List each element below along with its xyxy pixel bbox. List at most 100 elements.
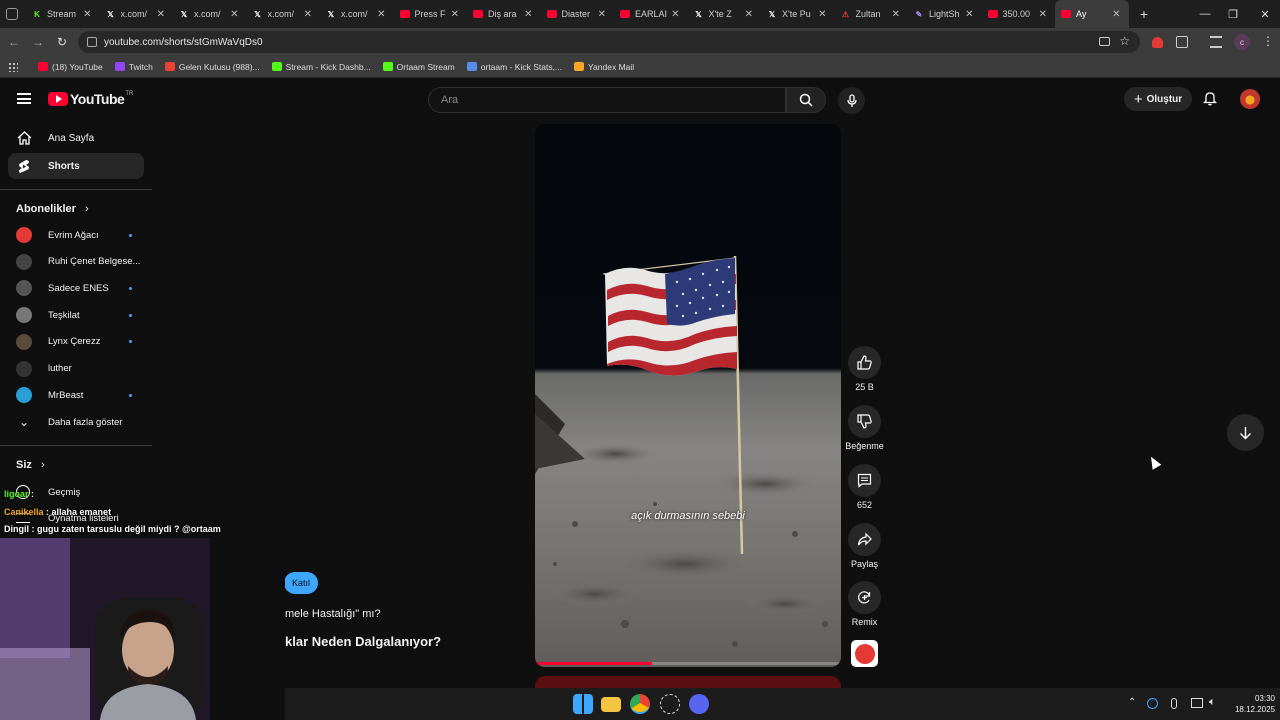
show-more-button[interactable]: ⌄ Daha fazla göster bbox=[8, 410, 144, 434]
discord-icon[interactable] bbox=[689, 694, 709, 714]
browser-tab[interactable]: K Stream ✕ bbox=[26, 0, 100, 28]
bookmark-item[interactable]: Yandex Mail bbox=[574, 62, 634, 72]
bookmark-star-icon[interactable]: ☆ bbox=[1119, 34, 1130, 48]
maximize-button[interactable]: ❐ bbox=[1218, 0, 1248, 28]
search-button[interactable] bbox=[786, 87, 826, 113]
browser-tab[interactable]: ✎ LightSh ✕ bbox=[908, 0, 982, 28]
browser-tab[interactable]: 𝕏x.com/ ✕ bbox=[100, 0, 174, 28]
dislike-button[interactable] bbox=[848, 405, 881, 438]
tab-close-icon[interactable]: ✕ bbox=[451, 9, 459, 20]
hamburger-menu-icon[interactable] bbox=[17, 93, 31, 104]
bookmark-item[interactable]: Ortaam Stream bbox=[382, 62, 455, 72]
tab-title: 350.00 bbox=[1002, 9, 1031, 19]
notifications-bell-icon[interactable] bbox=[1202, 91, 1218, 106]
tray-display-icon[interactable] bbox=[1191, 698, 1203, 708]
minimize-button[interactable]: — bbox=[1190, 0, 1220, 28]
browser-tab[interactable]: Diaster ✕ bbox=[541, 0, 615, 28]
tab-close-icon[interactable]: ✕ bbox=[1112, 9, 1120, 20]
share-button[interactable] bbox=[848, 523, 881, 556]
channel-avatar[interactable] bbox=[851, 640, 878, 667]
subscription-item[interactable]: Ruhi Çenet Belgese... bbox=[8, 250, 144, 274]
tab-close-icon[interactable]: ✕ bbox=[83, 9, 91, 20]
voice-search-button[interactable] bbox=[838, 87, 865, 114]
tray-chevron-up-icon[interactable]: ⌃ bbox=[1128, 697, 1136, 708]
tray-sync-icon[interactable] bbox=[1147, 698, 1158, 709]
browser-tab[interactable]: 𝕏 X'te Z ✕ bbox=[688, 0, 762, 28]
search-input[interactable]: Ara bbox=[428, 87, 786, 113]
you-header[interactable]: Siz › bbox=[16, 459, 45, 471]
tab-close-icon[interactable]: ✕ bbox=[157, 9, 165, 20]
browser-tab[interactable]: 𝕏x.com/ ✕ bbox=[173, 0, 247, 28]
file-explorer-icon[interactable] bbox=[601, 697, 621, 712]
extension-icon-red[interactable] bbox=[1152, 37, 1163, 48]
bookmark-item[interactable]: (18) YouTube bbox=[38, 62, 103, 72]
subscription-item[interactable]: luther bbox=[8, 357, 144, 381]
bookmark-item[interactable]: ortaam - Kick Stats,... bbox=[466, 62, 562, 72]
subscription-item[interactable]: Evrim Ağacı bbox=[8, 223, 144, 247]
browser-tab[interactable]: Ay ✕ bbox=[1055, 0, 1129, 28]
reload-button[interactable]: ↻ bbox=[52, 32, 72, 52]
tab-close-icon[interactable]: ✕ bbox=[230, 9, 238, 20]
apps-grid-icon[interactable] bbox=[8, 62, 18, 72]
create-button[interactable]: + Oluştur bbox=[1124, 87, 1192, 111]
site-info-icon[interactable] bbox=[87, 37, 97, 47]
browser-tab[interactable]: Press F ✕ bbox=[394, 0, 468, 28]
bookmark-item[interactable]: Stream - Kick Dashb... bbox=[271, 62, 371, 72]
browser-tab[interactable]: ⚠ Zultan ✕ bbox=[835, 0, 909, 28]
sidebar-item-home[interactable]: Ana Sayfa bbox=[8, 125, 144, 151]
tab-close-icon[interactable]: ✕ bbox=[304, 9, 312, 20]
subscription-item[interactable]: MrBeast bbox=[8, 383, 144, 407]
tab-close-icon[interactable]: ✕ bbox=[671, 9, 679, 20]
browser-tab[interactable]: 𝕏x.com/ ✕ bbox=[247, 0, 321, 28]
tab-close-icon[interactable]: ✕ bbox=[818, 9, 826, 20]
shorts-video-player[interactable]: açık durmasının sebebi bbox=[535, 124, 841, 667]
recommended-title-1[interactable]: mele Hastalığı" mı? bbox=[285, 608, 381, 620]
bookmark-item[interactable]: Twitch bbox=[114, 62, 153, 72]
tab-close-icon[interactable]: ✕ bbox=[377, 9, 385, 20]
subscription-item[interactable]: Sadece ENES bbox=[8, 276, 144, 300]
next-short-preview[interactable] bbox=[535, 676, 841, 688]
tab-close-icon[interactable]: ✕ bbox=[965, 9, 973, 20]
taskbar-clock[interactable]: 03:30 18.12.2025 bbox=[1225, 693, 1275, 715]
tab-close-icon[interactable]: ✕ bbox=[1039, 9, 1047, 20]
remix-button[interactable] bbox=[848, 581, 881, 614]
youtube-logo[interactable]: YouTube TR bbox=[48, 91, 133, 107]
back-button[interactable]: ← bbox=[4, 32, 24, 52]
tab-search-icon[interactable] bbox=[6, 8, 18, 20]
extensions-puzzle-icon[interactable] bbox=[1176, 36, 1188, 48]
browser-tab[interactable]: 𝕏x.com/ ✕ bbox=[320, 0, 394, 28]
subscriptions-header[interactable]: Abonelikler › bbox=[16, 203, 89, 215]
bookmark-item[interactable]: Gelen Kutusu (988)... bbox=[164, 62, 260, 72]
browser-tab[interactable]: 𝕏 X'te Pu ✕ bbox=[761, 0, 835, 28]
video-progress-bar[interactable] bbox=[537, 662, 839, 665]
tray-volume-icon[interactable]: 🔈︎ bbox=[1209, 696, 1216, 709]
app-icon[interactable] bbox=[660, 694, 680, 714]
tab-close-icon[interactable]: ✕ bbox=[598, 9, 606, 20]
like-button[interactable] bbox=[848, 346, 881, 379]
browser-tab[interactable]: Diş ara ✕ bbox=[467, 0, 541, 28]
tray-mic-icon[interactable] bbox=[1171, 698, 1177, 709]
comments-button[interactable] bbox=[848, 464, 881, 497]
next-short-button[interactable] bbox=[1227, 414, 1264, 451]
subscription-item[interactable]: Teşkilat bbox=[8, 303, 144, 327]
join-button[interactable]: Katıl bbox=[284, 572, 318, 594]
chrome-icon[interactable] bbox=[630, 694, 650, 714]
user-avatar[interactable] bbox=[1240, 89, 1260, 109]
media-controls-icon[interactable] bbox=[1210, 36, 1222, 48]
browser-tab[interactable]: 350.00 ✕ bbox=[982, 0, 1056, 28]
close-window-button[interactable]: ✕ bbox=[1250, 0, 1280, 28]
subscription-item[interactable]: Lynx Çerezz bbox=[8, 330, 144, 354]
new-tab-button[interactable]: + bbox=[1136, 5, 1152, 23]
profile-avatar[interactable]: c bbox=[1234, 34, 1250, 50]
browser-tab[interactable]: EARLAI ✕ bbox=[614, 0, 688, 28]
windows-start-icon[interactable] bbox=[573, 694, 593, 714]
address-bar[interactable]: youtube.com/shorts/stGmWaVqDs0 ☆ bbox=[78, 31, 1140, 53]
tab-close-icon[interactable]: ✕ bbox=[892, 9, 900, 20]
install-icon[interactable] bbox=[1099, 37, 1110, 46]
forward-button[interactable]: → bbox=[28, 32, 48, 52]
recommended-title-2[interactable]: klar Neden Dalgalanıyor? bbox=[285, 634, 441, 649]
browser-menu-icon[interactable]: ⋮ bbox=[1262, 34, 1274, 48]
tab-close-icon[interactable]: ✕ bbox=[745, 9, 753, 20]
tab-close-icon[interactable]: ✕ bbox=[524, 9, 532, 20]
sidebar-item-shorts[interactable]: Shorts bbox=[8, 153, 144, 179]
